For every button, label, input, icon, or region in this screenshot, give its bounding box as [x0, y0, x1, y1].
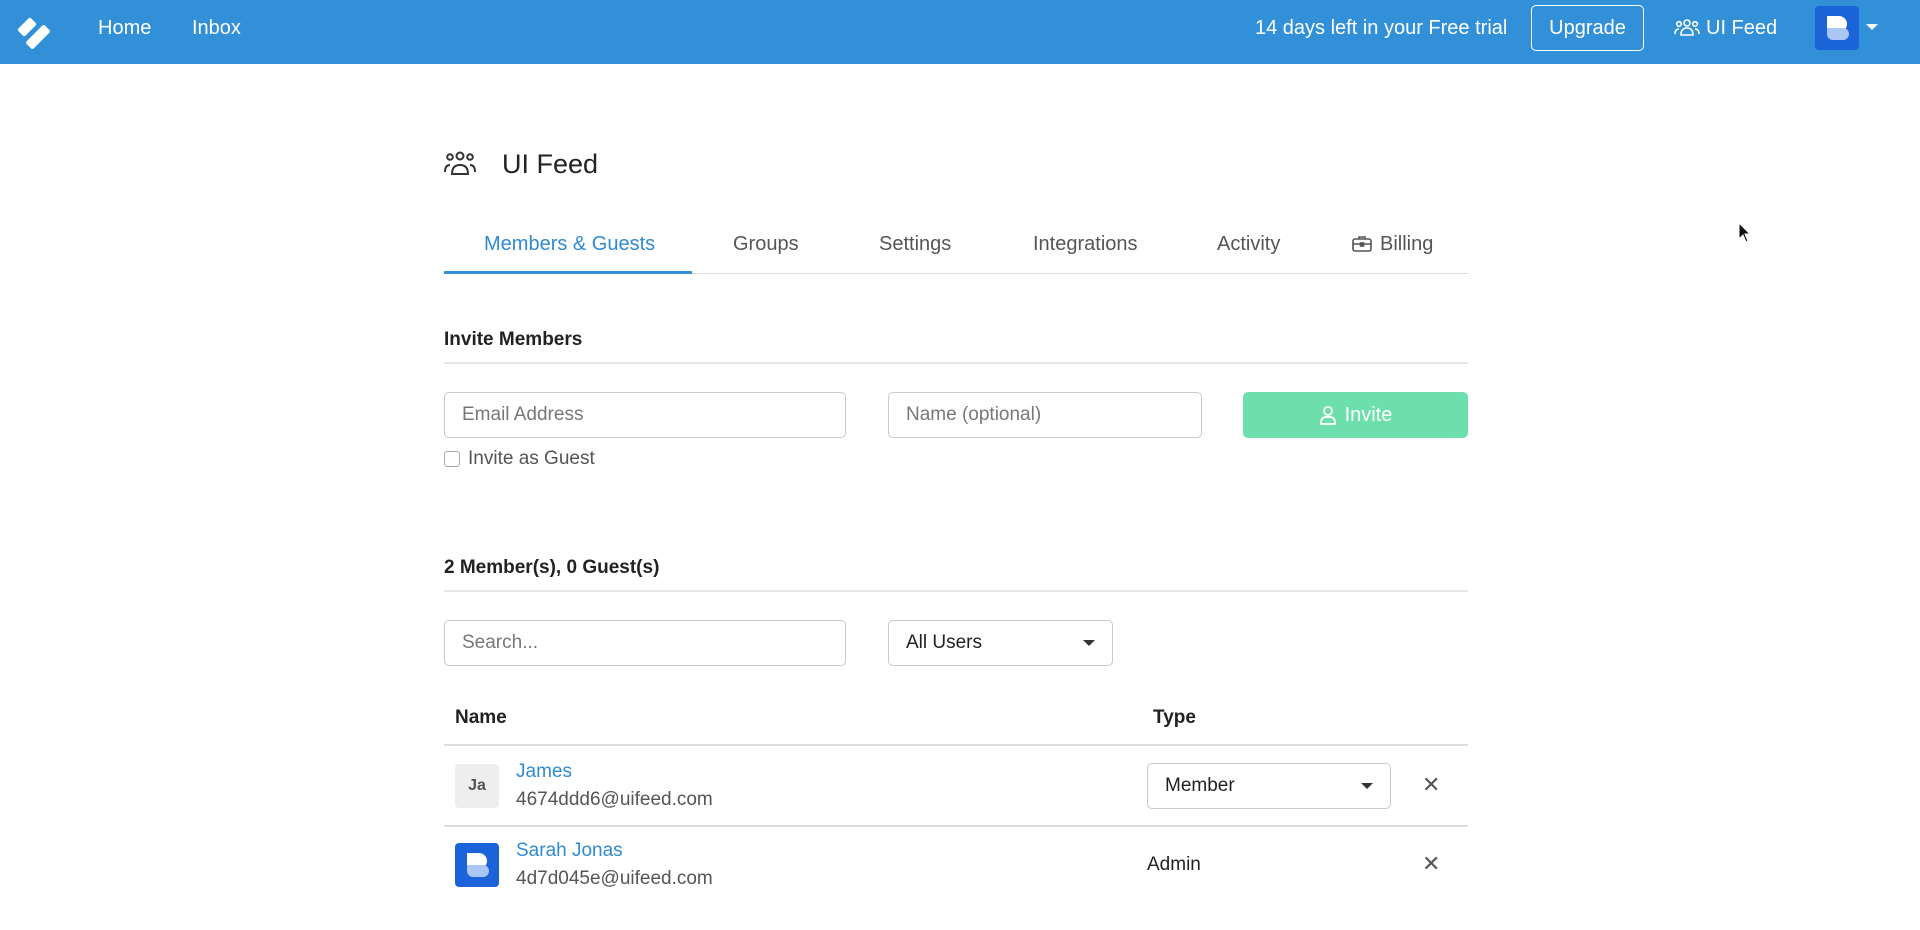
page-header: UI Feed: [444, 148, 598, 180]
tab-groups[interactable]: Groups: [733, 220, 799, 274]
briefcase-icon: [1352, 236, 1372, 252]
column-header-name: Name: [455, 707, 507, 728]
tab-integrations[interactable]: Integrations: [1033, 220, 1138, 274]
tab-billing[interactable]: Billing: [1352, 220, 1433, 274]
team-name: UI Feed: [1706, 16, 1778, 39]
tab-label: Members & Guests: [484, 233, 656, 255]
account-menu-caret-icon[interactable]: [1866, 24, 1878, 30]
invite-as-guest-label[interactable]: Invite as Guest: [468, 448, 595, 470]
app-logo-icon[interactable]: [16, 10, 54, 54]
invite-label: Invite: [1344, 403, 1393, 426]
member-name[interactable]: Sarah Jonas: [516, 840, 623, 862]
user-filter-select[interactable]: All Users: [888, 620, 1113, 666]
invite-section-title: Invite Members: [444, 329, 583, 350]
tab-label: Integrations: [1033, 233, 1138, 255]
avatar: [455, 843, 499, 887]
invite-as-guest-row: Invite as Guest: [444, 448, 595, 470]
avatar-logo-icon: [1827, 16, 1849, 40]
tab-settings[interactable]: Settings: [879, 220, 951, 274]
member-email: 4674ddd6@uifeed.com: [516, 789, 713, 810]
avatar: Ja: [455, 764, 499, 808]
member-type: Admin: [1147, 854, 1201, 875]
user-filter-value: All Users: [906, 632, 983, 653]
tab-activity[interactable]: Activity: [1217, 220, 1280, 274]
active-tab-indicator: [444, 271, 692, 274]
nav-inbox[interactable]: Inbox: [192, 0, 241, 64]
divider: [444, 362, 1468, 364]
close-icon[interactable]: ✕: [1422, 772, 1440, 798]
tab-members-guests[interactable]: Members & Guests: [484, 220, 655, 274]
team-link[interactable]: UI Feed: [1674, 0, 1777, 56]
chevron-down-icon: [1361, 783, 1373, 789]
invite-button[interactable]: Invite: [1243, 392, 1468, 438]
email-input[interactable]: [444, 392, 846, 438]
chevron-down-icon: [1083, 640, 1095, 646]
upgrade-button[interactable]: Upgrade: [1531, 5, 1644, 51]
page-title: UI Feed: [502, 148, 599, 179]
user-avatar[interactable]: [1815, 6, 1859, 50]
trial-status: 14 days left in your Free trial: [1255, 17, 1508, 39]
users-icon: [1674, 19, 1700, 36]
name-input[interactable]: [888, 392, 1202, 438]
row-divider: [444, 825, 1468, 827]
nav-home[interactable]: Home: [98, 0, 151, 64]
top-navbar: Home Inbox 14 days left in your Free tri…: [0, 0, 1920, 64]
tab-label: Settings: [879, 233, 952, 255]
close-icon[interactable]: ✕: [1422, 851, 1440, 877]
divider: [444, 590, 1468, 592]
members-summary: 2 Member(s), 0 Guest(s): [444, 557, 660, 578]
invite-as-guest-checkbox[interactable]: [444, 451, 460, 467]
member-search-input[interactable]: [444, 620, 846, 666]
users-icon: [444, 151, 476, 175]
column-header-type: Type: [1153, 707, 1196, 728]
member-email: 4d7d045e@uifeed.com: [516, 868, 713, 889]
settings-tabs: Members & Guests Groups Settings Integra…: [444, 220, 1468, 274]
avatar-logo-icon: [467, 853, 489, 877]
member-name[interactable]: James: [516, 761, 572, 783]
table-header-divider: [444, 744, 1468, 746]
tab-label: Billing: [1380, 233, 1434, 255]
tab-label: Groups: [733, 233, 799, 255]
tab-label: Activity: [1217, 233, 1281, 255]
member-type-value: Member: [1165, 775, 1235, 796]
user-icon: [1319, 406, 1336, 425]
member-type-select[interactable]: Member: [1147, 763, 1391, 809]
mouse-cursor-icon: [1738, 222, 1752, 243]
